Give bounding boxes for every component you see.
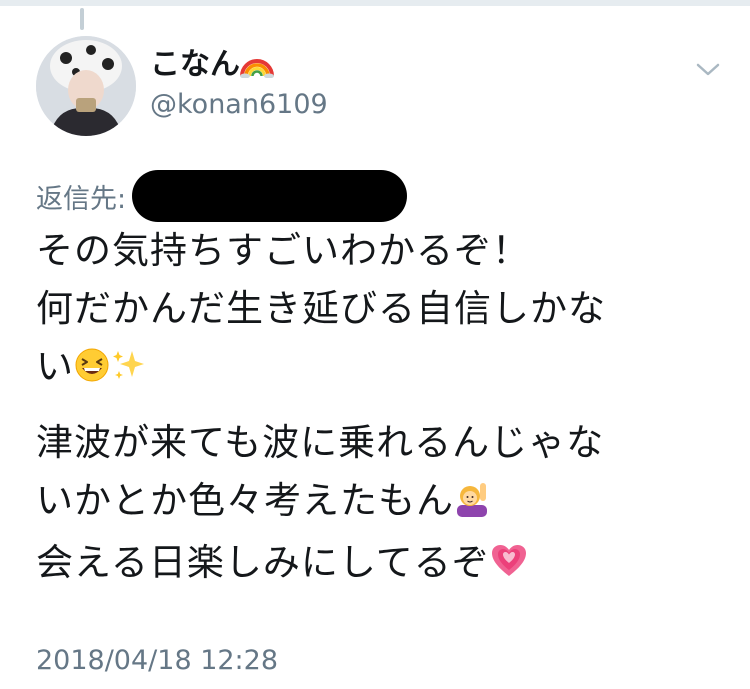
tweet-line: 会える日楽しみにしてるぞ [36, 541, 490, 584]
tweet-line: いかとか色々考えたもん [36, 479, 454, 522]
rainbow-emoji [240, 48, 274, 88]
avatar[interactable] [36, 36, 136, 136]
tweet-paragraph-1: その気持ちすごいわかるぞ！ 何だかんだ生き延びる自信しかな い [36, 222, 726, 400]
sparkles-emoji [110, 342, 146, 400]
tweet-line: 津波が来ても波に乗れるんじゃな [36, 421, 605, 464]
tweet-timestamp[interactable]: 2018/04/18 12:28 [36, 644, 278, 678]
tweet-line: い [36, 345, 74, 388]
tweet-line: 何だかんだ生き延びる自信しかな [36, 287, 606, 330]
author-handle[interactable]: @konan6109 [150, 88, 328, 122]
grinning-squinting-face-emoji [74, 342, 110, 400]
growing-heart-emoji [490, 538, 528, 596]
tweet-line: その気持ちすごいわかるぞ！ [36, 229, 530, 272]
display-name-text: こなん [150, 47, 240, 82]
chevron-down-icon[interactable] [692, 56, 724, 82]
person-raising-hand-emoji [454, 476, 490, 534]
reply-to-line: 返信先: [36, 170, 408, 222]
tweet-text: その気持ちすごいわかるぞ！ 何だかんだ生き延びる自信しかな い 津波が来ても波に… [36, 222, 726, 596]
reply-to-label: 返信先: [36, 183, 127, 215]
avatar-photo [36, 36, 136, 136]
top-divider [0, 0, 750, 6]
author-display-name[interactable]: こなん [150, 46, 274, 88]
tweet-paragraph-2: 津波が来ても波に乗れるんじゃな いかとか色々考えたもん 会える日楽しみにしてるぞ [36, 414, 726, 596]
thread-connector-line [80, 8, 84, 30]
redacted-recipient [132, 170, 408, 222]
